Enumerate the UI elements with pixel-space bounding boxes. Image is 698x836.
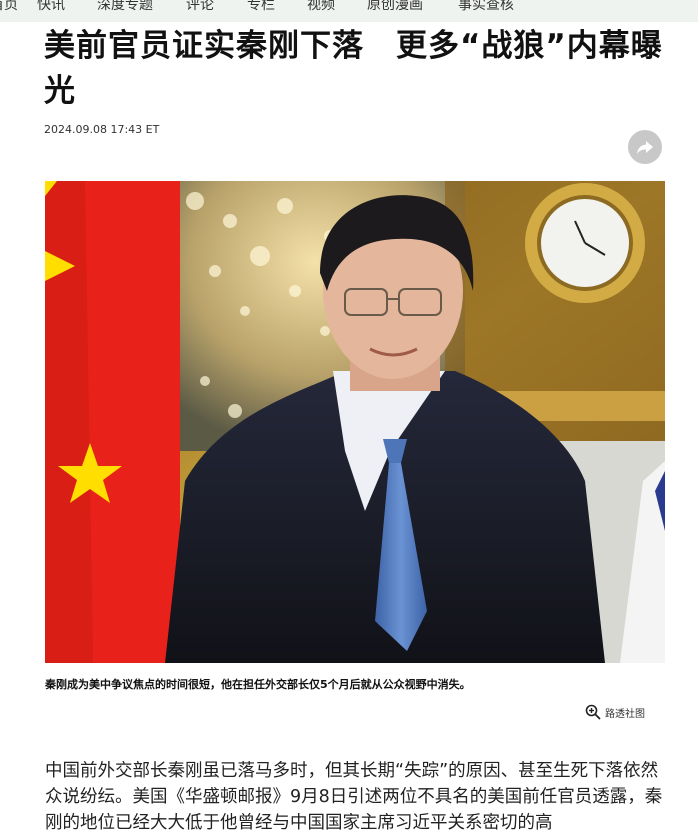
- nav-item-video[interactable]: 视频: [307, 0, 335, 14]
- top-nav-bar: 首页 快讯 深度专题 评论 专栏 视频 原创漫画 事实查核: [0, 0, 698, 22]
- zoom-in-icon: [585, 704, 601, 720]
- share-button[interactable]: [628, 130, 662, 164]
- article-photo[interactable]: [45, 181, 665, 663]
- nav-item-factcheck[interactable]: 事实查核: [458, 0, 514, 14]
- share-arrow-icon: [637, 141, 653, 154]
- nav-item-opinion[interactable]: 评论: [186, 0, 214, 14]
- nav-item-special[interactable]: 深度专题: [97, 0, 153, 14]
- photo-credit[interactable]: 路透社图: [585, 704, 645, 720]
- nav-item-home[interactable]: 首页: [0, 0, 18, 14]
- article-body-paragraph: 中国前外交部长秦刚虽已落马多时，但其长期“失踪”的原因、甚至生死下落依然众说纷纭…: [45, 761, 663, 833]
- article-timestamp: 2024.09.08 17:43 ET: [44, 123, 160, 136]
- nav-item-flash[interactable]: 快讯: [37, 0, 65, 14]
- photo-caption: 秦刚成为美中争议焦点的时间很短，他在担任外交部长仅5个月后就从公众视野中消失。: [45, 678, 471, 691]
- photo-credit-label: 路透社图: [605, 708, 645, 720]
- nav-item-comics[interactable]: 原创漫画: [367, 0, 423, 14]
- nav-item-column[interactable]: 专栏: [247, 0, 275, 14]
- photo-illustration: [45, 181, 665, 663]
- article-headline: 美前官员证实秦刚下落 更多“战狼”内幕曝光: [44, 28, 663, 109]
